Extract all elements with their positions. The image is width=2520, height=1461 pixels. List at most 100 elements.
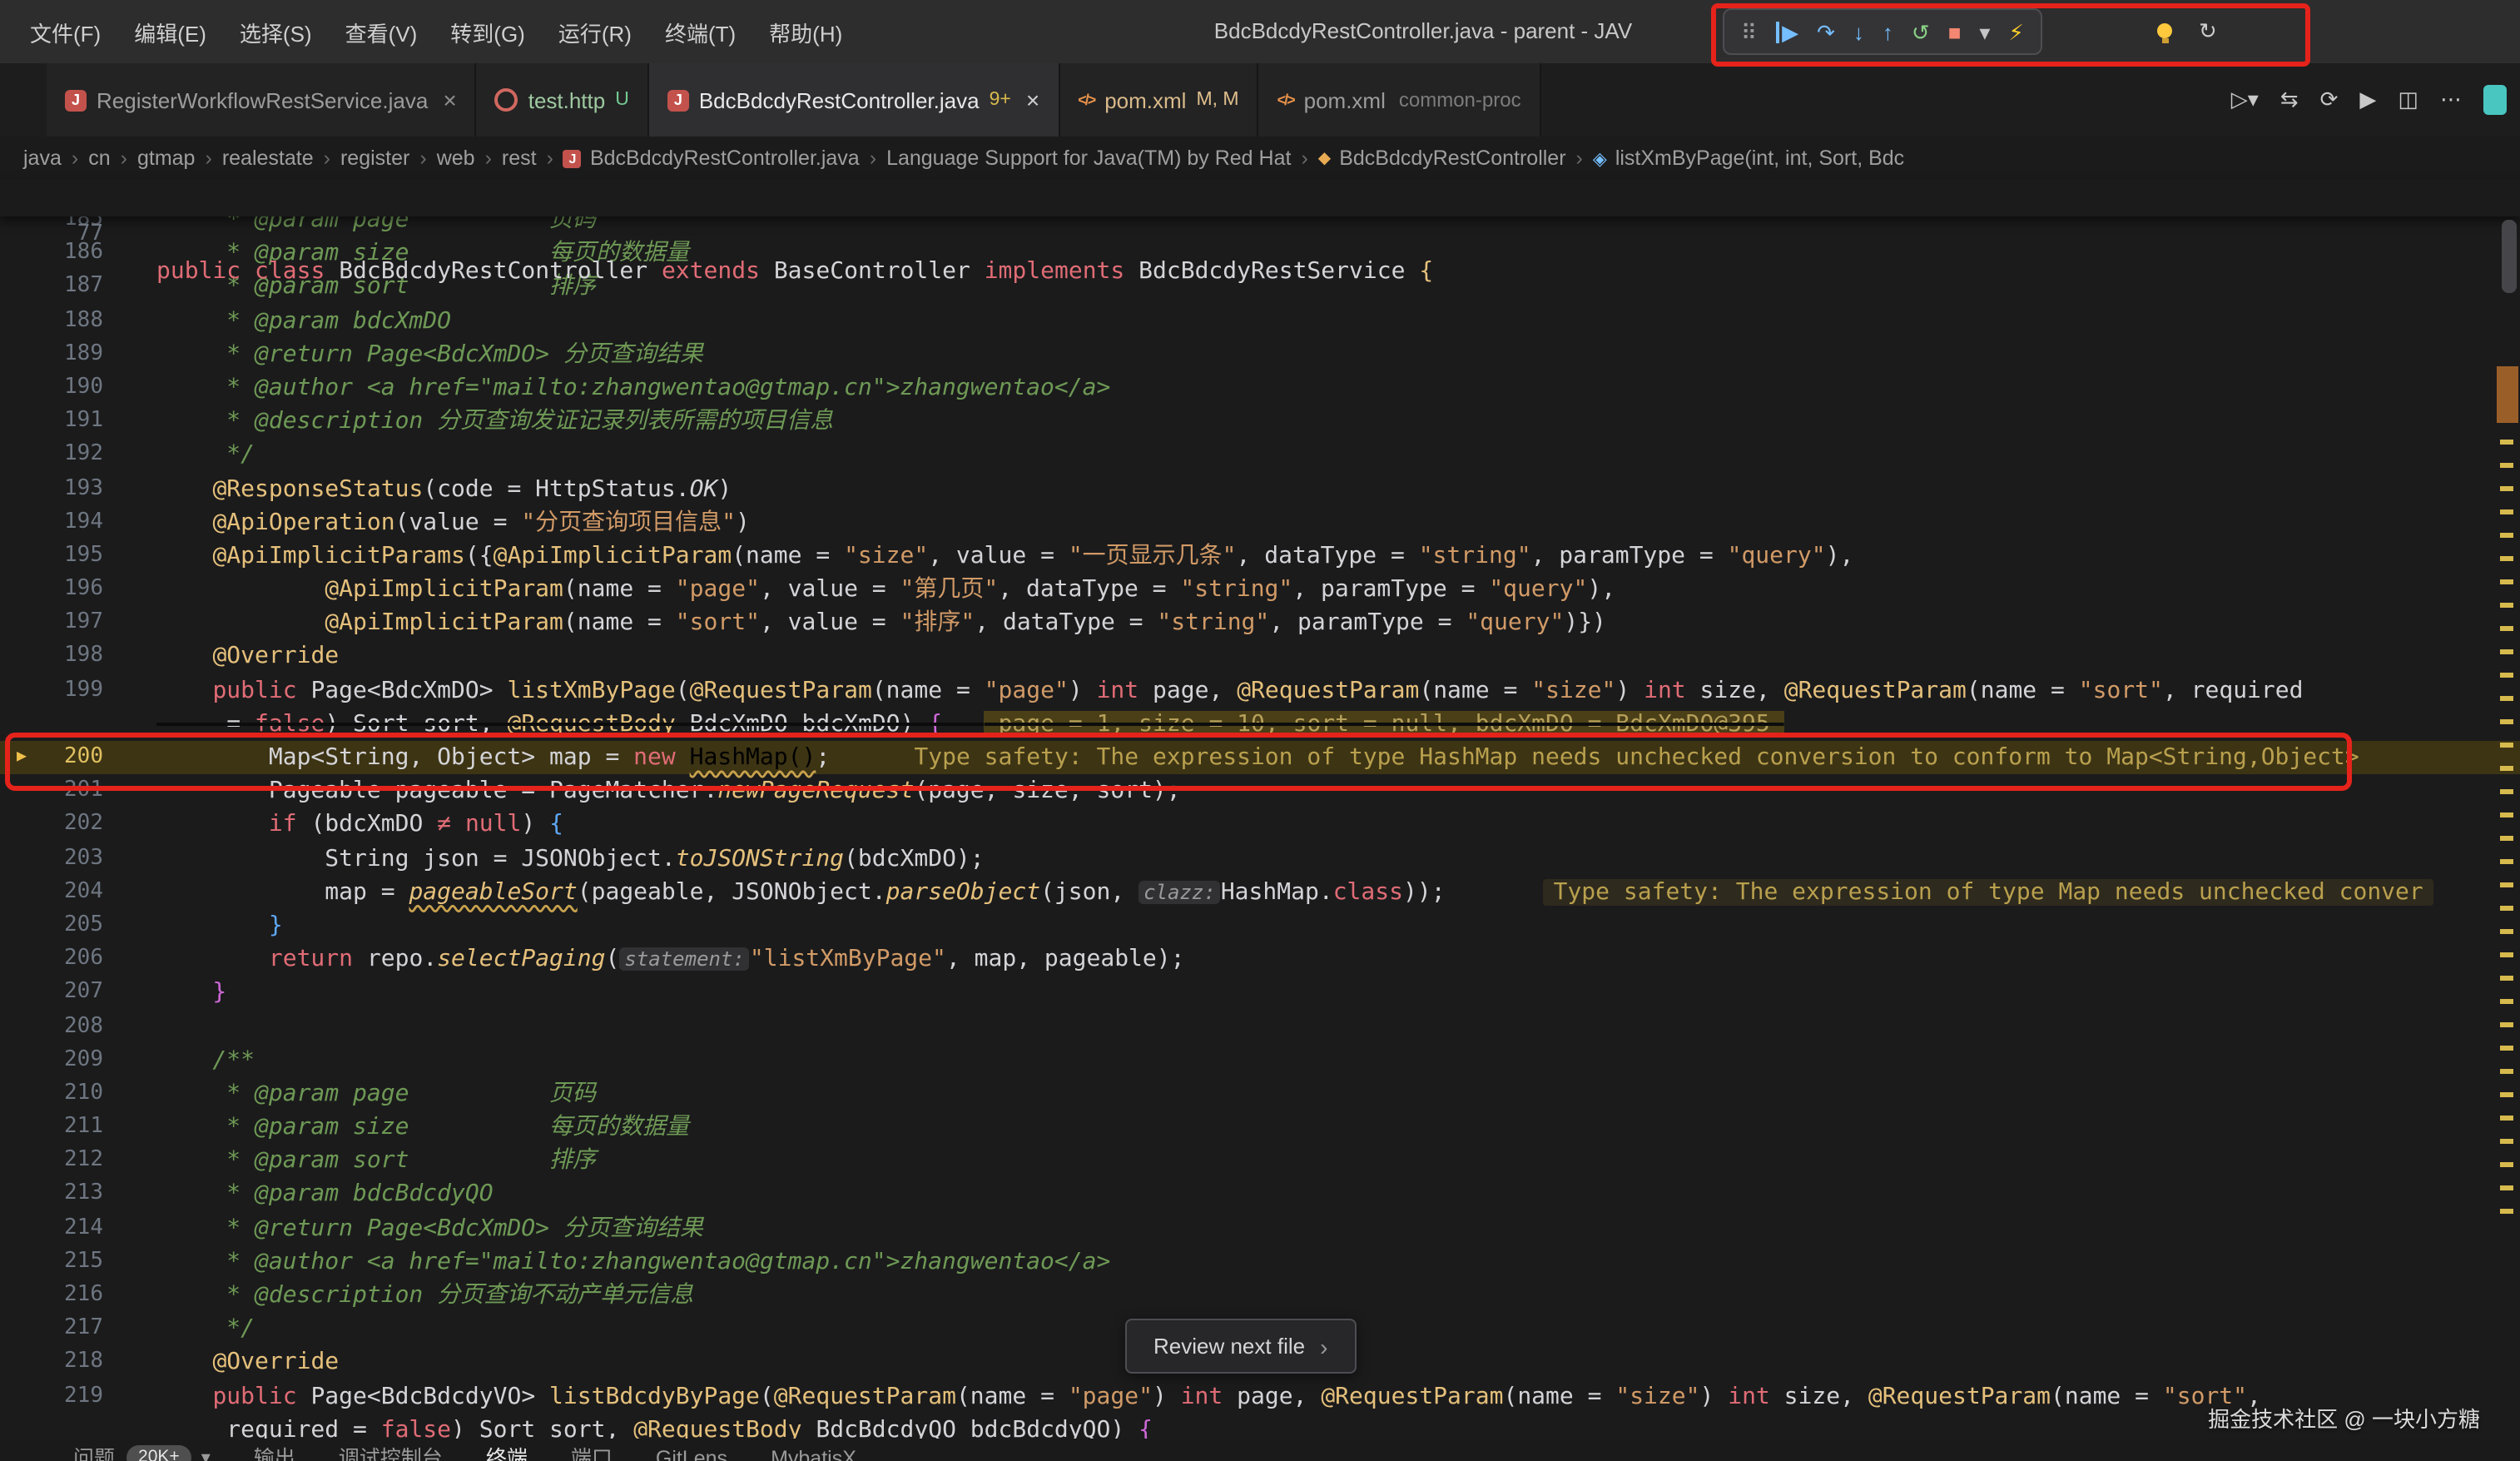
menu-item[interactable]: 编辑(E) [117, 16, 223, 47]
line-number[interactable]: 198 [0, 640, 103, 673]
breadcrumb-item[interactable]: java [23, 147, 62, 170]
editor-tab[interactable]: JRegisterWorkflowRestService.java× [47, 63, 477, 137]
code-line[interactable]: 195 @ApiImplicitParams({@ApiImplicitPara… [0, 539, 2520, 573]
hot-code-replace-icon[interactable]: ⚡ [2008, 21, 2023, 42]
line-number[interactable]: 199 [0, 673, 103, 707]
run-or-debug-icon[interactable]: ▷▾ [2231, 87, 2259, 113]
line-number[interactable]: 190 [0, 371, 103, 405]
breadcrumb-item[interactable]: rest [502, 147, 537, 170]
code-line[interactable]: 204 map = pageableSort(pageable, JSONObj… [0, 876, 2520, 909]
more-actions-icon[interactable]: ⋯ [2440, 87, 2462, 113]
code-line[interactable]: 189 * @return Page<BdcXmDO> 分页查询结果 [0, 338, 2520, 371]
code-line[interactable]: 219 public Page<BdcBdcdyVO> listBdcdyByP… [0, 1379, 2520, 1413]
sticky-scroll-line[interactable]: 77 public class BdcBdcdyRestController e… [0, 180, 2520, 216]
stop-icon[interactable]: ■ [1948, 21, 1962, 42]
line-number[interactable]: 207 [0, 976, 103, 1010]
code-line[interactable]: 208 [0, 1010, 2520, 1043]
code-line[interactable]: 199 public Page<BdcXmDO> listXmByPage(@R… [0, 673, 2520, 707]
line-number[interactable]: 197 [0, 607, 103, 640]
line-number[interactable]: 212 [0, 1145, 103, 1178]
line-number[interactable]: 192 [0, 439, 103, 472]
line-number[interactable]: 214 [0, 1211, 103, 1245]
panel-tab[interactable]: 调试控制台 [339, 1443, 443, 1461]
panel-tab[interactable]: 问题20K+▾ [73, 1443, 211, 1461]
line-number[interactable]: 216 [0, 1279, 103, 1312]
editor-tab[interactable]: </>pom.xmlM, M [1059, 63, 1258, 137]
line-number[interactable]: 217 [0, 1312, 103, 1345]
code-line[interactable]: 206 return repo.selectPaging(statement:"… [0, 942, 2520, 976]
run-file-icon[interactable]: ▶ [2359, 87, 2376, 113]
code-line[interactable]: 191 * @description 分页查询发证记录列表所需的项目信息 [0, 405, 2520, 438]
breadcrumb-item[interactable]: BdcBdcdyRestController.java [590, 147, 860, 170]
code-line[interactable]: 200 Map<String, Object> map = new HashMa… [0, 741, 2520, 774]
continue-icon[interactable]: ▶ [1775, 21, 1798, 42]
line-number[interactable]: 219 [0, 1379, 103, 1413]
line-number[interactable]: 210 [0, 1077, 103, 1111]
step-out-icon[interactable]: ↑ [1883, 21, 1893, 42]
breadcrumb-item[interactable]: register [340, 147, 409, 170]
editor-tab[interactable]: JBdcBdcdyRestController.java9+× [649, 63, 1059, 137]
code-line[interactable]: 216 * @description 分页查询不动产单元信息 [0, 1279, 2520, 1312]
sync-icon[interactable]: ⟳ [2320, 87, 2339, 113]
breadcrumb-item[interactable]: realestate [222, 147, 314, 170]
menu-item[interactable]: 查看(V) [329, 16, 434, 47]
code-line[interactable]: 203 String json = JSONObject.toJSONStrin… [0, 842, 2520, 875]
code-line[interactable]: 215 * @author <a href="mailto:zhangwenta… [0, 1245, 2520, 1279]
step-over-icon[interactable]: ↷ [1817, 21, 1835, 42]
menu-item[interactable]: 终端(T) [648, 16, 752, 47]
panel-tab[interactable]: 终端 [486, 1443, 528, 1461]
split-editor-icon[interactable]: ◫ [2398, 87, 2418, 113]
code-line[interactable]: 196 @ApiImplicitParam(name = "page", val… [0, 573, 2520, 606]
line-number[interactable]: 202 [0, 808, 103, 842]
code-line[interactable]: 190 * @author <a href="mailto:zhangwenta… [0, 371, 2520, 405]
line-number[interactable]: 208 [0, 1010, 103, 1043]
menu-item[interactable]: 帮助(H) [752, 16, 859, 47]
menu-item[interactable]: 转到(G) [434, 16, 542, 47]
reload-icon[interactable]: ↻ [2199, 19, 2217, 41]
code-line[interactable]: 205 } [0, 909, 2520, 942]
overview-ruler[interactable] [2493, 180, 2520, 1439]
close-icon[interactable]: × [443, 87, 456, 113]
code-line[interactable]: 192 */ [0, 439, 2520, 472]
line-number[interactable]: 193 [0, 472, 103, 505]
code-line[interactable]: 197 @ApiImplicitParam(name = "sort", val… [0, 607, 2520, 640]
editor-tab[interactable]: </>pom.xmlcommon-proc [1259, 63, 1541, 137]
compare-changes-icon[interactable]: ⇆ [2280, 87, 2299, 113]
code-line[interactable]: 214 * @return Page<BdcXmDO> 分页查询结果 [0, 1211, 2520, 1245]
stop-dropdown-icon[interactable]: ▾ [1979, 21, 1990, 42]
line-number[interactable]: 203 [0, 842, 103, 875]
line-number[interactable]: 204 [0, 876, 103, 909]
code-line[interactable]: 213 * @param bdcBdcdyQO [0, 1178, 2520, 1211]
menu-item[interactable]: 运行(R) [542, 16, 648, 47]
breadcrumb-item[interactable]: Language Support for Java(TM) by Red Hat [886, 147, 1291, 170]
breadcrumb-item[interactable]: gtmap [137, 147, 196, 170]
editor[interactable]: 185 * @param page 页码186 * @param size 每页… [0, 203, 2520, 1447]
line-number[interactable]: 194 [0, 505, 103, 539]
line-number[interactable]: 195 [0, 539, 103, 573]
code-line[interactable]: 210 * @param page 页码 [0, 1077, 2520, 1111]
code-line[interactable]: 188 * @param bdcXmDO [0, 304, 2520, 337]
panel-tab[interactable]: 端口 [571, 1443, 613, 1461]
line-number[interactable]: 209 [0, 1043, 103, 1076]
line-number[interactable]: 196 [0, 573, 103, 606]
editor-tab[interactable]: test.httpU [477, 63, 649, 137]
breadcrumb-item[interactable]: cn [88, 147, 110, 170]
code-line[interactable]: = false) Sort sort, @RequestBody BdcXmDO… [0, 708, 2520, 741]
lightbulb-icon[interactable] [2157, 22, 2172, 37]
panel-tab[interactable]: 输出 [254, 1443, 295, 1461]
line-number[interactable]: 191 [0, 405, 103, 438]
line-number[interactable]: 200 [0, 741, 103, 774]
close-icon[interactable]: × [1026, 87, 1039, 113]
step-into-icon[interactable]: ↓ [1853, 21, 1864, 42]
code-line[interactable]: 212 * @param sort 排序 [0, 1145, 2520, 1178]
line-number[interactable]: 189 [0, 338, 103, 371]
code-line[interactable]: 201 Pageable pageable = PageMatcher.newP… [0, 774, 2520, 808]
restart-icon[interactable]: ↺ [1912, 21, 1930, 42]
code-line[interactable]: 194 @ApiOperation(value = "分页查询项目信息") [0, 505, 2520, 539]
line-number[interactable]: 218 [0, 1346, 103, 1379]
line-number[interactable]: 206 [0, 942, 103, 976]
breadcrumb-item[interactable]: BdcBdcdyRestController [1339, 147, 1565, 170]
breadcrumb-item[interactable]: listXmByPage(int, int, Sort, Bdc [1615, 147, 1904, 170]
code-line[interactable]: 193 @ResponseStatus(code = HttpStatus.OK… [0, 472, 2520, 505]
panel-tab[interactable]: MybatisX [771, 1443, 856, 1461]
